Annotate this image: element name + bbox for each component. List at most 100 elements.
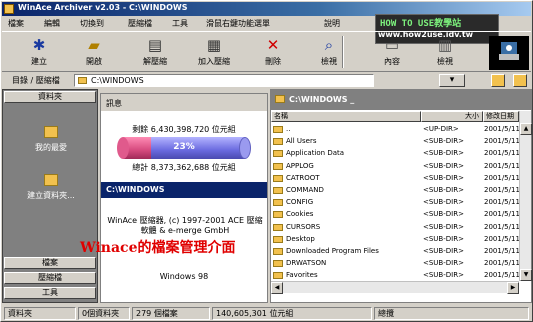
add-archive-icon: ▦ — [206, 36, 222, 54]
add-archive-button[interactable]: ▦ 加入壓縮 — [191, 34, 237, 70]
favorites-folder-icon — [44, 126, 58, 138]
toolbar: ✱ 建立 ▰ 開啟 ▤ 解壓縮 ▦ 加入壓縮 ✕ 刪除 ⌕ 檢視 ▭ 內容 ▥ — [2, 31, 531, 72]
horizontal-scrollbar[interactable]: ◀ ▶ — [271, 281, 519, 294]
column-headers: 名稱 大小 修改日期 — [271, 111, 519, 122]
view-mode-button[interactable]: ▥ 檢視 — [422, 34, 468, 70]
create-label: 建立 — [31, 57, 47, 66]
menu-tools[interactable]: 工具 — [170, 18, 190, 29]
file-row[interactable]: Desktop <SUB-DIR> 2001/5/11 下 — [271, 233, 519, 245]
info-panel: 訊息 剩餘 6,430,398,720 位元組 23% 總計 8,373,362… — [100, 93, 268, 303]
menu-edit[interactable]: 編輯 — [42, 18, 62, 29]
scroll-up-button[interactable]: ▲ — [520, 123, 532, 135]
view-label: 檢視 — [321, 57, 337, 66]
file-row[interactable]: COMMAND <SUB-DIR> 2001/5/11 下 — [271, 184, 519, 196]
menu-file[interactable]: 檔案 — [6, 18, 26, 29]
address-bar: 目錄 / 壓縮檔 C:\WINDOWS ▾ — [2, 73, 531, 88]
file-size: <SUB-DIR> — [423, 173, 464, 182]
file-name: Favorites — [286, 271, 318, 280]
create-button[interactable]: ✱ 建立 — [16, 34, 62, 70]
status-files: 279 個檔案 — [132, 307, 210, 320]
properties-button[interactable]: ▭ 內容 — [369, 34, 415, 70]
file-date: 2001/5/11 下 — [484, 210, 519, 219]
dropdown-button[interactable]: ▾ — [439, 74, 465, 87]
sidebar-title[interactable]: 資料夾 — [4, 91, 96, 103]
file-name: Downloaded Program Files — [286, 247, 379, 255]
scroll-down-button[interactable]: ▼ — [520, 269, 532, 281]
new-folder-icon — [44, 174, 58, 186]
folder-icon — [273, 223, 283, 231]
disk-usage-gauge: 23% — [117, 137, 251, 159]
file-date: 2001/5/11 下 — [484, 198, 519, 207]
column-date[interactable]: 修改日期 — [483, 111, 519, 122]
folder-icon — [273, 150, 283, 158]
file-name: .. — [286, 125, 291, 133]
properties-icon: ▭ — [384, 36, 400, 54]
menu-help[interactable]: 說明 — [322, 18, 342, 29]
folder-icon — [275, 95, 285, 103]
file-row[interactable]: DRWATSON <SUB-DIR> 2001/5/11 下 — [271, 257, 519, 269]
current-path-banner: C:\WINDOWS — [101, 182, 267, 198]
column-name[interactable]: 名稱 — [271, 111, 421, 122]
file-row[interactable]: CONFIG <SUB-DIR> 2001/5/11 下 — [271, 196, 519, 208]
folder-up-icon[interactable] — [491, 74, 505, 87]
folder-icon — [273, 174, 283, 182]
chevron-down-icon: ▾ — [449, 75, 455, 85]
open-button[interactable]: ▰ 開啟 — [71, 34, 117, 70]
menu-archive[interactable]: 壓縮檔 — [126, 18, 154, 29]
file-row[interactable]: CATROOT <SUB-DIR> 2001/5/11 下 — [271, 172, 519, 184]
file-name: DRWATSON — [286, 259, 327, 268]
sidebar-tab-archives[interactable]: 壓縮檔 — [4, 272, 96, 284]
file-date: 2001/5/11 下 — [484, 161, 519, 170]
folder-icon — [273, 211, 283, 219]
file-list-panel: C:\WINDOWS _ 名稱 大小 修改日期 .. <UP-DIR> 2001/5… — [270, 89, 532, 303]
column-size[interactable]: 大小 — [421, 111, 483, 122]
add-archive-label: 加入壓縮 — [198, 57, 230, 66]
open-label: 開啟 — [86, 57, 102, 66]
view-button[interactable]: ⌕ 檢視 — [306, 34, 352, 70]
create-archive-icon: ✱ — [32, 36, 46, 54]
scroll-left-button[interactable]: ◀ — [271, 282, 283, 294]
app-icon — [4, 4, 14, 14]
file-row[interactable]: CURSORS <SUB-DIR> 2001/5/11 下 — [271, 221, 519, 233]
file-size: <SUB-DIR> — [423, 161, 464, 170]
file-row[interactable]: Application Data <SUB-DIR> 2001/5/11 下 — [271, 147, 519, 159]
file-row[interactable]: Favorites <SUB-DIR> 2001/5/11 下 — [271, 269, 519, 281]
file-row[interactable]: APPLOG <SUB-DIR> 2001/5/11 下 — [271, 160, 519, 172]
sidebar-tab-tools[interactable]: 工具 — [4, 287, 96, 299]
new-folder-icon[interactable] — [513, 74, 527, 87]
file-date: 2001/5/11 下 — [484, 234, 519, 243]
sidebar-item-favorites[interactable]: 我的最愛 — [9, 126, 93, 153]
file-name: Cookies — [286, 210, 314, 219]
file-row[interactable]: Downloaded Program Files <SUB-DIR> 2001/5/… — [271, 245, 519, 257]
menu-context[interactable]: 滑鼠右鍵功能選單 — [204, 18, 272, 29]
file-size: <SUB-DIR> — [423, 198, 464, 207]
file-name: CURSORS — [286, 222, 321, 231]
os-text: Windows 98 — [159, 272, 209, 281]
file-row[interactable]: All Users <SUB-DIR> 2001/5/11 下 — [271, 135, 519, 147]
file-name: CONFIG — [286, 198, 314, 207]
delete-button[interactable]: ✕ 刪除 — [250, 34, 296, 70]
file-list: .. <UP-DIR> 2001/5/11 下 All Users <SUB-DIR> 2… — [271, 123, 519, 293]
scroll-right-button[interactable]: ▶ — [507, 282, 519, 294]
vertical-scrollbar[interactable]: ▲ ▼ — [519, 111, 532, 281]
winace-logo — [489, 36, 529, 70]
toolbar-separator — [342, 36, 344, 68]
file-name: Desktop — [286, 234, 315, 243]
watermark-line1: HOW TO USE教學站 — [380, 19, 462, 29]
file-row[interactable]: .. <UP-DIR> 2001/5/11 下 — [271, 123, 519, 135]
app-window: WinAce Archiver v2.03 - C:\WINDOWS HOW T… — [0, 0, 533, 322]
address-input[interactable]: C:\WINDOWS — [74, 74, 374, 87]
extract-button[interactable]: ▤ 解壓縮 — [132, 34, 178, 70]
file-size: <SUB-DIR> — [423, 137, 464, 146]
sidebar-item-new-folder[interactable]: 建立資料夾... — [9, 174, 93, 201]
extract-label: 解壓縮 — [143, 57, 167, 66]
menu-switch[interactable]: 切換到 — [78, 18, 106, 29]
file-date: 2001/5/11 下 — [484, 247, 519, 255]
file-date: 2001/5/11 下 — [484, 137, 519, 146]
sidebar-item-label: 我的最愛 — [35, 143, 67, 152]
file-name: APPLOG — [286, 161, 314, 170]
file-date: 2001/5/11 下 — [484, 222, 519, 231]
file-row[interactable]: Cookies <SUB-DIR> 2001/5/11 下 — [271, 208, 519, 220]
sidebar-tab-files[interactable]: 檔案 — [4, 257, 96, 269]
status-left: 資料夾 — [4, 307, 76, 320]
